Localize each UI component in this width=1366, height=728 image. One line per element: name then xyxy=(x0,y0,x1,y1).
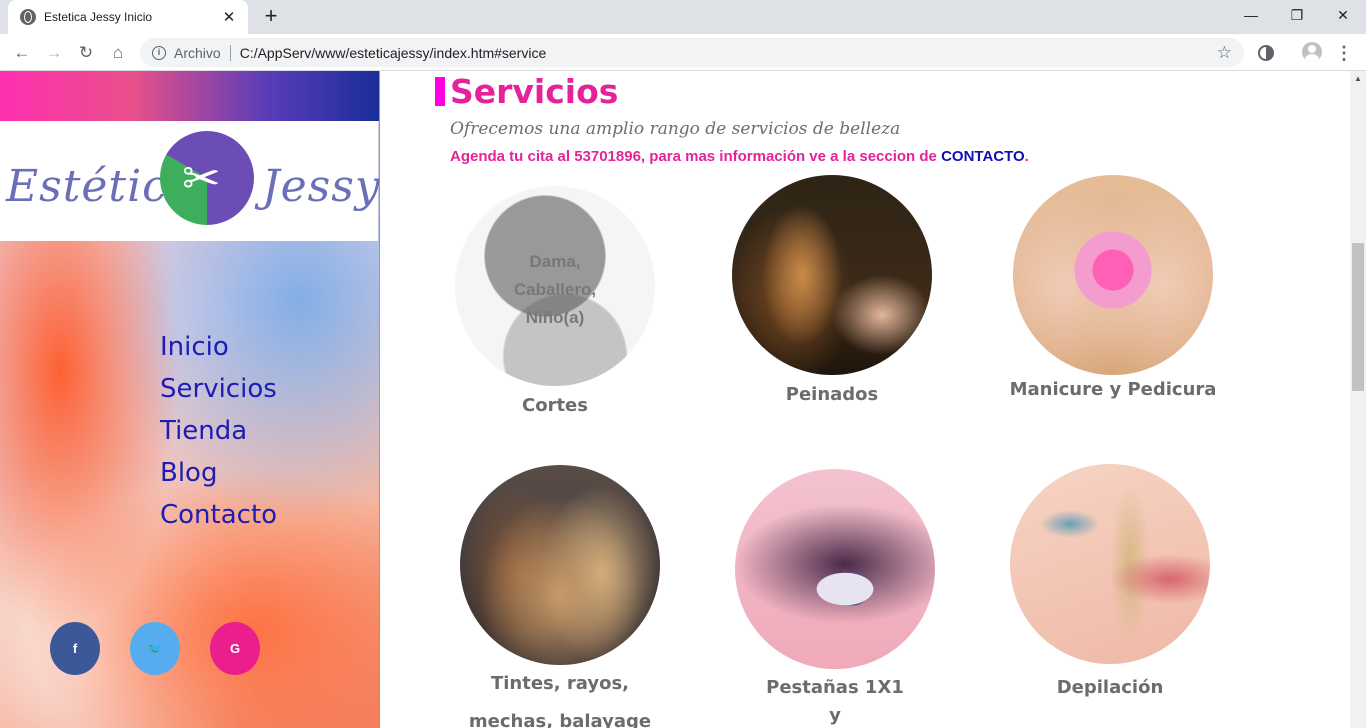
logo-text-jessy: Jessy xyxy=(262,161,380,212)
nav-link-servicios[interactable]: Servicios xyxy=(160,368,277,410)
service-label-line2: mechas, balayage xyxy=(468,711,652,728)
tab-title: Estetica Jessy Inicio xyxy=(44,10,153,24)
address-bar[interactable]: i Archivo C:/AppServ/www/esteticajessy/i… xyxy=(140,38,1244,67)
service-card-manicure[interactable]: Manicure y Pedicura xyxy=(1000,175,1226,404)
browser-tab[interactable]: Estetica Jessy Inicio ✕ xyxy=(8,0,248,34)
contact-link[interactable]: CONTACTO xyxy=(941,148,1025,165)
browser-tab-bar: Estetica Jessy Inicio ✕ + — ❐ ✕ xyxy=(0,0,1366,34)
forward-icon[interactable]: → xyxy=(40,39,68,67)
service-label: Depilación xyxy=(1056,677,1164,698)
tintes-image xyxy=(460,465,660,665)
manicure-image xyxy=(1013,175,1213,375)
service-card-peinados[interactable]: Peinados xyxy=(730,175,934,409)
appointment-text: Agenda tu cita al 53701896, para mas inf… xyxy=(450,148,942,165)
browser-toolbar: ← → ↻ ⌂ i Archivo C:/AppServ/www/estetic… xyxy=(0,34,1366,71)
sidebar-gradient-strip xyxy=(0,71,379,121)
services-section: Servicios Ofrecemos una amplio rango de … xyxy=(380,71,1350,728)
url-scheme-label: Archivo xyxy=(174,44,221,61)
scrollbar-thumb[interactable] xyxy=(1352,243,1364,391)
scissors-icon: ✂ xyxy=(182,152,221,204)
cortes-overlay-text: Dama, Caballero, Niño(a) xyxy=(455,248,655,332)
section-title: Servicios xyxy=(450,72,619,111)
service-label: Peinados xyxy=(785,384,879,405)
nav-link-tienda[interactable]: Tienda xyxy=(160,410,277,452)
minimize-icon[interactable]: — xyxy=(1228,0,1274,30)
reload-icon[interactable]: ↻ xyxy=(72,39,100,67)
scroll-up-arrow-icon[interactable]: ▲ xyxy=(1350,71,1366,87)
nav-link-blog[interactable]: Blog xyxy=(160,452,277,494)
depilacion-image xyxy=(1010,464,1210,664)
profile-avatar-icon[interactable] xyxy=(1302,42,1322,62)
cortes-image: Dama, Caballero, Niño(a) xyxy=(455,186,655,386)
overlay-line: Dama, xyxy=(529,252,581,271)
page-viewport: Estética ✂ Jessy Inicio Servicios Tienda… xyxy=(0,71,1350,728)
service-label: Tintes, rayos, xyxy=(490,673,629,694)
overlay-line: Niño(a) xyxy=(525,308,585,327)
close-tab-icon[interactable]: ✕ xyxy=(220,8,238,26)
section-subtitle: Ofrecemos una amplio rango de servicios … xyxy=(450,119,901,139)
overlay-line: Caballero, xyxy=(513,280,597,299)
restore-icon[interactable]: ❐ xyxy=(1274,0,1320,30)
pestanas-image xyxy=(735,469,935,669)
scissors-logo-icon: ✂ xyxy=(160,131,254,225)
extension-icon[interactable] xyxy=(1258,45,1274,61)
facebook-icon[interactable]: f xyxy=(50,622,100,675)
bookmark-star-icon[interactable]: ☆ xyxy=(1217,43,1232,63)
window-close-icon[interactable]: ✕ xyxy=(1320,0,1366,30)
home-icon[interactable]: ⌂ xyxy=(104,39,132,67)
url-text[interactable]: C:/AppServ/www/esteticajessy/index.htm#s… xyxy=(240,45,1217,61)
peinados-image xyxy=(732,175,932,375)
nav-link-inicio[interactable]: Inicio xyxy=(160,326,277,368)
service-card-pestanas[interactable]: Pestañas 1X1 y xyxy=(735,469,935,728)
omnibox-divider xyxy=(229,44,231,61)
service-label: Cortes xyxy=(522,395,588,416)
service-label-line2: y xyxy=(829,705,841,726)
appointment-end: . xyxy=(1024,148,1029,165)
service-card-cortes[interactable]: Dama, Caballero, Niño(a) Cortes xyxy=(455,186,655,420)
globe-icon xyxy=(20,9,36,25)
main-navigation: Inicio Servicios Tienda Blog Contacto xyxy=(160,326,277,536)
back-icon[interactable]: ← xyxy=(8,39,36,67)
google-plus-icon[interactable]: G xyxy=(210,622,260,675)
sidebar: Estética ✂ Jessy Inicio Servicios Tienda… xyxy=(0,71,380,728)
service-card-tintes[interactable]: Tintes, rayos, mechas, balayage xyxy=(460,465,660,728)
page-scrollbar[interactable]: ▲ xyxy=(1350,71,1366,728)
service-card-depilacion[interactable]: Depilación xyxy=(1010,464,1210,702)
browser-menu-icon[interactable]: ⋮ xyxy=(1334,39,1354,67)
service-label: Pestañas 1X1 xyxy=(766,677,904,698)
section-title-bar xyxy=(435,77,445,106)
site-logo[interactable]: Estética ✂ Jessy xyxy=(0,121,380,241)
service-label: Manicure y Pedicura xyxy=(1009,379,1217,400)
appointment-note: Agenda tu cita al 53701896, para mas inf… xyxy=(450,148,1029,165)
twitter-icon[interactable]: 🐦 xyxy=(130,622,180,675)
new-tab-button[interactable]: + xyxy=(258,4,284,30)
nav-link-contacto[interactable]: Contacto xyxy=(160,494,277,536)
info-icon[interactable]: i xyxy=(152,45,166,60)
